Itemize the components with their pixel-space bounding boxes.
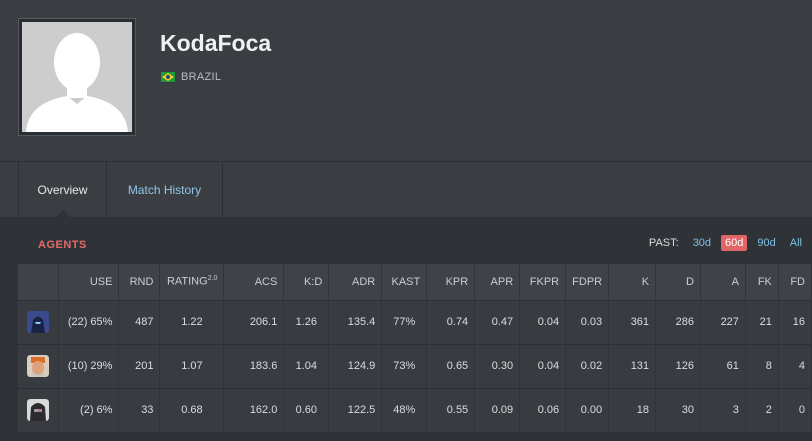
fk-cell: 21 [745, 299, 779, 344]
kd-cell: 0.60 [283, 387, 330, 432]
kd-cell: 1.26 [283, 299, 330, 344]
fkpr-cell: 0.06 [519, 387, 567, 432]
agent-cell [18, 387, 60, 432]
kast-cell: 73% [381, 343, 428, 388]
adr-cell: 135.4 [328, 299, 383, 344]
kast-cell: 77% [381, 299, 428, 344]
kast-cell: 48% [381, 387, 428, 432]
fd-cell: 16 [778, 299, 812, 344]
active-tab-indicator [56, 210, 70, 217]
agents-table: USE RND RATING2.0 ACS K:D ADR KAST KPR A… [18, 264, 812, 432]
d-cell: 30 [655, 387, 701, 432]
col-fkpr[interactable]: FKPR [519, 264, 567, 300]
col-kast[interactable]: KAST [381, 264, 428, 300]
profile-header: KodaFoca BRAZIL [0, 0, 812, 161]
range-all[interactable]: All [786, 235, 806, 251]
fd-cell: 0 [778, 387, 812, 432]
default-avatar-icon [22, 22, 132, 132]
range-90d[interactable]: 90d [753, 235, 779, 251]
agent-cell [18, 343, 60, 388]
agents-title: AGENTS [38, 239, 87, 251]
d-cell: 126 [655, 343, 701, 388]
col-acs[interactable]: ACS [223, 264, 285, 300]
col-adr[interactable]: ADR [328, 264, 383, 300]
country-label: BRAZIL [181, 71, 222, 83]
k-cell: 131 [608, 343, 657, 388]
acs-cell: 206.1 [223, 299, 285, 344]
rnd-cell: 201 [118, 343, 161, 388]
kd-cell: 1.04 [283, 343, 330, 388]
rating-cell: 1.07 [159, 343, 225, 388]
table-row: (22) 65% 487 1.22 206.1 1.26 135.4 77% 0… [18, 299, 812, 344]
use-cell: (22) 65% [58, 299, 120, 344]
rating-cell: 1.22 [159, 299, 225, 344]
col-agent [18, 264, 60, 300]
col-rating[interactable]: RATING2.0 [159, 264, 225, 300]
col-rating-label: RATING [166, 276, 208, 289]
agent-brimstone-icon [27, 355, 50, 377]
fdpr-cell: 0.00 [565, 387, 610, 432]
k-cell: 18 [608, 387, 657, 432]
col-d[interactable]: D [655, 264, 701, 300]
brazil-flag-icon [161, 72, 175, 82]
rating-version: 2.0 [207, 275, 218, 283]
player-country: BRAZIL [161, 71, 221, 83]
range-60d[interactable]: 60d [721, 235, 748, 251]
a-cell: 227 [700, 299, 746, 344]
profile-tabs: Overview Match History [0, 161, 812, 217]
past-label: PAST: [648, 237, 679, 249]
acs-cell: 162.0 [223, 387, 285, 432]
time-range-filter: PAST: 30d 60d 90d All [649, 235, 806, 251]
fd-cell: 4 [778, 343, 812, 388]
range-30d[interactable]: 30d [689, 235, 715, 251]
a-cell: 3 [700, 387, 746, 432]
tab-overview[interactable]: Overview [18, 162, 107, 217]
fkpr-cell: 0.04 [519, 299, 567, 344]
agent-cypher-icon [27, 399, 50, 421]
col-fk[interactable]: FK [745, 264, 779, 300]
d-cell: 286 [655, 299, 701, 344]
col-kpr[interactable]: KPR [426, 264, 476, 300]
table-header-row: USE RND RATING2.0 ACS K:D ADR KAST KPR A… [18, 264, 812, 300]
rnd-cell: 487 [118, 299, 161, 344]
col-a[interactable]: A [700, 264, 746, 300]
avatar [18, 18, 136, 136]
apr-cell: 0.09 [474, 387, 521, 432]
kpr-cell: 0.74 [426, 299, 476, 344]
adr-cell: 122.5 [328, 387, 383, 432]
col-apr[interactable]: APR [474, 264, 521, 300]
apr-cell: 0.47 [474, 299, 521, 344]
player-name: KodaFoca [160, 30, 272, 56]
adr-cell: 124.9 [328, 343, 383, 388]
agent-cell [18, 299, 60, 344]
col-rnd[interactable]: RND [118, 264, 161, 300]
fk-cell: 2 [745, 387, 779, 432]
col-fd[interactable]: FD [778, 264, 812, 300]
fdpr-cell: 0.02 [565, 343, 610, 388]
a-cell: 61 [700, 343, 746, 388]
agents-header: AGENTS PAST: 30d 60d 90d All [18, 230, 812, 258]
use-cell: (2) 6% [58, 387, 120, 432]
acs-cell: 183.6 [223, 343, 285, 388]
fkpr-cell: 0.04 [519, 343, 567, 388]
rnd-cell: 33 [118, 387, 161, 432]
tab-match-history[interactable]: Match History [107, 162, 223, 217]
fk-cell: 8 [745, 343, 779, 388]
table-row: (10) 29% 201 1.07 183.6 1.04 124.9 73% 0… [18, 343, 812, 388]
agent-omen-icon [27, 311, 50, 333]
col-use[interactable]: USE [58, 264, 120, 300]
apr-cell: 0.30 [474, 343, 521, 388]
kpr-cell: 0.65 [426, 343, 476, 388]
col-kd[interactable]: K:D [283, 264, 330, 300]
k-cell: 361 [608, 299, 657, 344]
table-row: (2) 6% 33 0.68 162.0 0.60 122.5 48% 0.55… [18, 387, 812, 432]
use-cell: (10) 29% [58, 343, 120, 388]
fdpr-cell: 0.03 [565, 299, 610, 344]
col-fdpr[interactable]: FDPR [565, 264, 610, 300]
col-k[interactable]: K [608, 264, 657, 300]
kpr-cell: 0.55 [426, 387, 476, 432]
rating-cell: 0.68 [159, 387, 225, 432]
